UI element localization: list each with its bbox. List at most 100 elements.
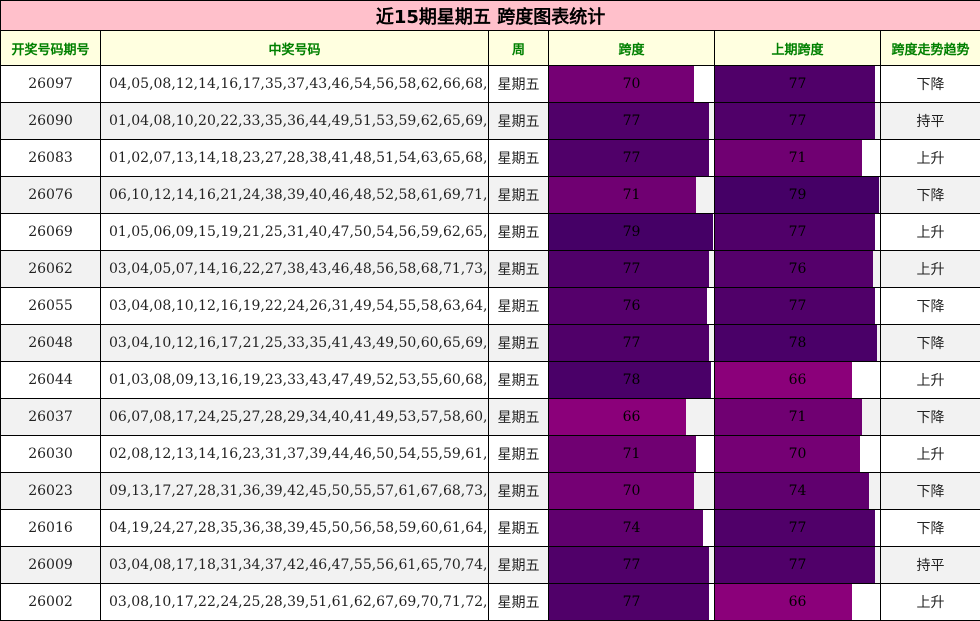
span-cell: 74 bbox=[549, 510, 715, 547]
week-cell: 星期五 bbox=[489, 214, 549, 251]
prev-span-value: 71 bbox=[715, 399, 880, 435]
numbers-cell: 01,03,08,09,13,16,19,23,33,43,47,49,52,5… bbox=[101, 362, 489, 399]
table-title: 近15期星期五 跨度图表统计 bbox=[1, 1, 980, 31]
prev-span-cell: 77 bbox=[715, 66, 881, 103]
trend-cell: 下降 bbox=[881, 325, 980, 362]
trend-cell: 上升 bbox=[881, 436, 980, 473]
table-row: 2603706,07,08,17,24,25,27,28,29,34,40,41… bbox=[1, 399, 980, 436]
span-cell: 77 bbox=[549, 103, 715, 140]
prev-span-cell: 77 bbox=[715, 214, 881, 251]
table-row: 2607606,10,12,14,16,21,24,38,39,40,46,48… bbox=[1, 177, 980, 214]
span-value: 70 bbox=[549, 473, 714, 509]
header-span: 跨度 bbox=[549, 31, 715, 66]
numbers-cell: 01,05,06,09,15,19,21,25,31,40,47,50,54,5… bbox=[101, 214, 489, 251]
week-cell: 星期五 bbox=[489, 436, 549, 473]
issue-cell: 26009 bbox=[1, 547, 101, 584]
span-cell: 71 bbox=[549, 177, 715, 214]
span-value: 77 bbox=[549, 251, 714, 287]
week-cell: 星期五 bbox=[489, 103, 549, 140]
table-row: 2600903,04,08,17,18,31,34,37,42,46,47,55… bbox=[1, 547, 980, 584]
trend-cell: 上升 bbox=[881, 251, 980, 288]
span-value: 76 bbox=[549, 288, 714, 324]
week-cell: 星期五 bbox=[489, 510, 549, 547]
header-numbers: 中奖号码 bbox=[101, 31, 489, 66]
table-row: 2606901,05,06,09,15,19,21,25,31,40,47,50… bbox=[1, 214, 980, 251]
prev-span-value: 70 bbox=[715, 436, 880, 472]
header-trend: 跨度走势趋势 bbox=[881, 31, 980, 66]
span-cell: 77 bbox=[549, 140, 715, 177]
week-cell: 星期五 bbox=[489, 325, 549, 362]
table-row: 2600203,08,10,17,22,24,25,28,39,51,61,62… bbox=[1, 584, 980, 621]
trend-cell: 上升 bbox=[881, 362, 980, 399]
span-value: 77 bbox=[549, 103, 714, 139]
table-row: 2602309,13,17,27,28,31,36,39,42,45,50,55… bbox=[1, 473, 980, 510]
span-value: 66 bbox=[549, 399, 714, 435]
prev-span-value: 78 bbox=[715, 325, 880, 361]
prev-span-cell: 66 bbox=[715, 362, 881, 399]
issue-cell: 26030 bbox=[1, 436, 101, 473]
prev-span-cell: 79 bbox=[715, 177, 881, 214]
issue-cell: 26016 bbox=[1, 510, 101, 547]
issue-cell: 26044 bbox=[1, 362, 101, 399]
prev-span-value: 77 bbox=[715, 66, 880, 102]
issue-cell: 26090 bbox=[1, 103, 101, 140]
prev-span-value: 77 bbox=[715, 103, 880, 139]
prev-span-cell: 78 bbox=[715, 325, 881, 362]
numbers-cell: 02,08,12,13,14,16,23,31,37,39,44,46,50,5… bbox=[101, 436, 489, 473]
week-cell: 星期五 bbox=[489, 362, 549, 399]
span-cell: 79 bbox=[549, 214, 715, 251]
prev-span-cell: 74 bbox=[715, 473, 881, 510]
prev-span-cell: 66 bbox=[715, 584, 881, 621]
trend-cell: 持平 bbox=[881, 103, 980, 140]
numbers-cell: 01,02,07,13,14,18,23,27,28,38,41,48,51,5… bbox=[101, 140, 489, 177]
prev-span-value: 77 bbox=[715, 214, 880, 250]
trend-cell: 下降 bbox=[881, 473, 980, 510]
week-cell: 星期五 bbox=[489, 473, 549, 510]
issue-cell: 26002 bbox=[1, 584, 101, 621]
span-cell: 70 bbox=[549, 66, 715, 103]
table-row: 2605503,04,08,10,12,16,19,22,24,26,31,49… bbox=[1, 288, 980, 325]
trend-cell: 上升 bbox=[881, 140, 980, 177]
table-row: 2606203,04,05,07,14,16,22,27,38,43,46,48… bbox=[1, 251, 980, 288]
span-cell: 77 bbox=[549, 325, 715, 362]
issue-cell: 26037 bbox=[1, 399, 101, 436]
numbers-cell: 04,05,08,12,14,16,17,35,37,43,46,54,56,5… bbox=[101, 66, 489, 103]
numbers-cell: 03,08,10,17,22,24,25,28,39,51,61,62,67,6… bbox=[101, 584, 489, 621]
week-cell: 星期五 bbox=[489, 177, 549, 214]
numbers-cell: 01,04,08,10,20,22,33,35,36,44,49,51,53,5… bbox=[101, 103, 489, 140]
trend-cell: 上升 bbox=[881, 584, 980, 621]
numbers-cell: 03,04,08,17,18,31,34,37,42,46,47,55,56,6… bbox=[101, 547, 489, 584]
prev-span-value: 74 bbox=[715, 473, 880, 509]
prev-span-value: 76 bbox=[715, 251, 880, 287]
prev-span-cell: 71 bbox=[715, 140, 881, 177]
header-prev-span: 上期跨度 bbox=[715, 31, 881, 66]
table-body: 2609704,05,08,12,14,16,17,35,37,43,46,54… bbox=[1, 66, 980, 621]
span-value: 77 bbox=[549, 584, 714, 620]
issue-cell: 26055 bbox=[1, 288, 101, 325]
span-value: 79 bbox=[549, 214, 714, 250]
header-issue: 开奖号码期号 bbox=[1, 31, 101, 66]
numbers-cell: 09,13,17,27,28,31,36,39,42,45,50,55,57,6… bbox=[101, 473, 489, 510]
prev-span-cell: 77 bbox=[715, 547, 881, 584]
numbers-cell: 03,04,10,12,16,17,21,25,33,35,41,43,49,5… bbox=[101, 325, 489, 362]
table-row: 2604803,04,10,12,16,17,21,25,33,35,41,43… bbox=[1, 325, 980, 362]
prev-span-value: 71 bbox=[715, 140, 880, 176]
trend-cell: 上升 bbox=[881, 214, 980, 251]
table-row: 2609704,05,08,12,14,16,17,35,37,43,46,54… bbox=[1, 66, 980, 103]
prev-span-cell: 77 bbox=[715, 103, 881, 140]
numbers-cell: 04,19,24,27,28,35,36,38,39,45,50,56,58,5… bbox=[101, 510, 489, 547]
span-cell: 70 bbox=[549, 473, 715, 510]
trend-cell: 下降 bbox=[881, 66, 980, 103]
table-row: 2601604,19,24,27,28,35,36,38,39,45,50,56… bbox=[1, 510, 980, 547]
table-row: 2608301,02,07,13,14,18,23,27,28,38,41,48… bbox=[1, 140, 980, 177]
prev-span-cell: 77 bbox=[715, 288, 881, 325]
trend-cell: 持平 bbox=[881, 547, 980, 584]
prev-span-cell: 76 bbox=[715, 251, 881, 288]
prev-span-value: 77 bbox=[715, 510, 880, 546]
span-stats-table: 近15期星期五 跨度图表统计 开奖号码期号 中奖号码 周 跨度 上期跨度 跨度走… bbox=[0, 0, 980, 621]
issue-cell: 26076 bbox=[1, 177, 101, 214]
numbers-cell: 06,10,12,14,16,21,24,38,39,40,46,48,52,5… bbox=[101, 177, 489, 214]
span-value: 74 bbox=[549, 510, 714, 546]
issue-cell: 26062 bbox=[1, 251, 101, 288]
span-value: 77 bbox=[549, 547, 714, 583]
